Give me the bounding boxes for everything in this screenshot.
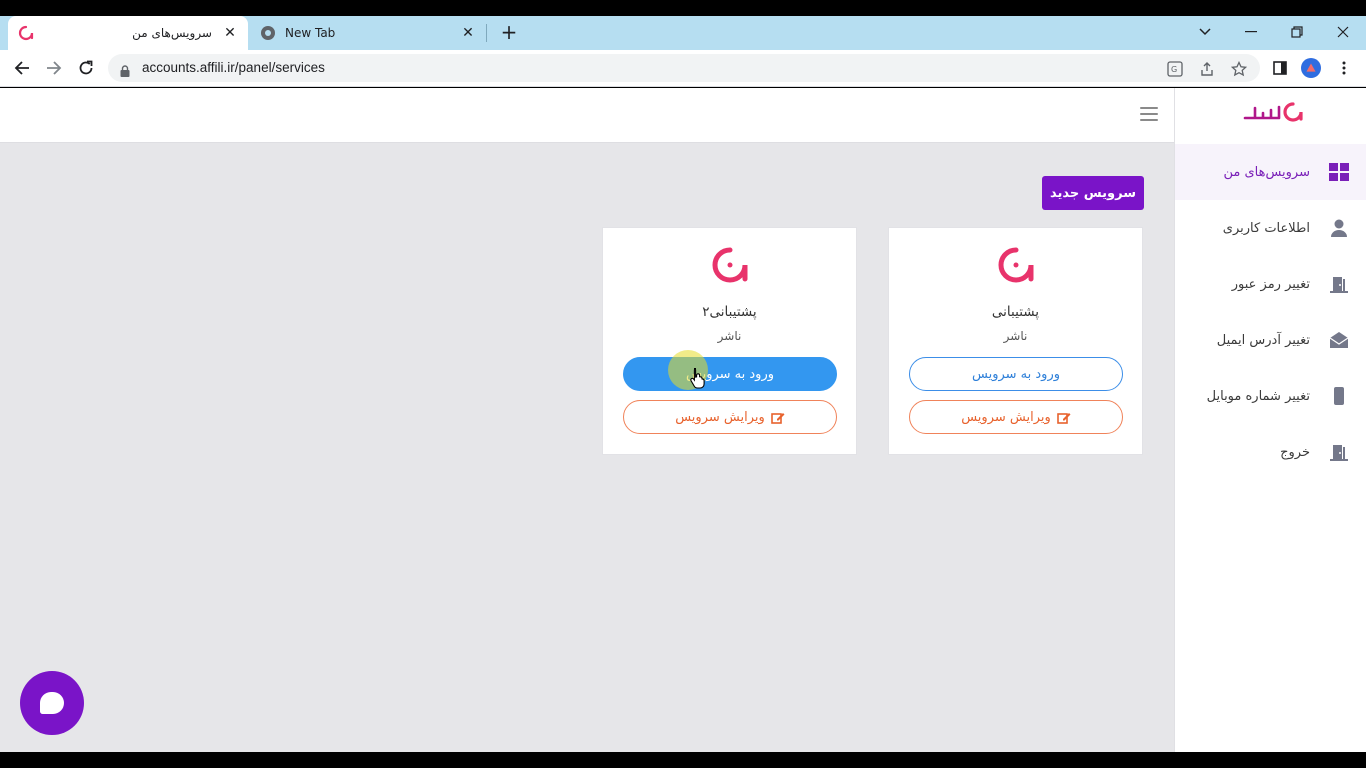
sidebar: سرویس‌های من اطلاعات کاربری تغییر رمز عب… xyxy=(1174,88,1366,752)
back-arrow-icon[interactable] xyxy=(10,56,34,80)
profile-avatar[interactable] xyxy=(1301,58,1321,78)
edit-service-label: ویرایش سرویس xyxy=(675,409,765,425)
page-content: سرویس‌های من اطلاعات کاربری تغییر رمز عب… xyxy=(0,88,1366,752)
top-header xyxy=(0,88,1174,143)
forward-arrow-icon[interactable] xyxy=(42,56,66,80)
chat-launcher-button[interactable] xyxy=(20,671,84,735)
tab-title: New Tab xyxy=(285,26,336,40)
svg-text:G: G xyxy=(1171,65,1177,74)
door-icon xyxy=(1328,273,1350,295)
edit-icon xyxy=(770,411,785,424)
sidebar-item-user-info[interactable]: اطلاعات کاربری xyxy=(1175,200,1366,256)
sidebar-item-label: تغییر شماره موبایل xyxy=(1206,388,1310,404)
tab-search-chevron-icon[interactable] xyxy=(1182,16,1228,48)
affili-favicon-icon xyxy=(18,25,34,41)
sidebar-item-logout[interactable]: خروج xyxy=(1175,424,1366,480)
tab-services[interactable]: سرویس‌های من ✕ xyxy=(8,16,248,50)
grid-icon xyxy=(1328,161,1350,183)
translate-icon[interactable]: G xyxy=(1166,60,1184,78)
share-icon[interactable] xyxy=(1198,60,1216,78)
tab-title: سرویس‌های من xyxy=(132,26,212,40)
mobile-icon xyxy=(1328,385,1350,407)
lock-icon xyxy=(120,62,130,81)
screen-bottom-edge xyxy=(0,752,1366,768)
reload-icon[interactable] xyxy=(74,56,98,80)
envelope-icon xyxy=(1328,329,1350,351)
affili-logo-icon xyxy=(997,246,1035,284)
user-icon xyxy=(1328,217,1350,239)
service-card: پشتیبانی ناشر ورود به سرویس ویرایش سرویس xyxy=(888,227,1143,455)
sidebar-item-change-mobile[interactable]: تغییر شماره موبایل xyxy=(1175,368,1366,424)
sidebar-item-label: اطلاعات کاربری xyxy=(1222,220,1310,236)
kebab-menu-icon[interactable] xyxy=(1334,58,1354,78)
tab-close-icon[interactable]: ✕ xyxy=(222,25,238,41)
browser-toolbar: accounts.affili.ir/panel/services G xyxy=(0,50,1366,87)
minimize-icon[interactable] xyxy=(1228,16,1274,48)
url-text: accounts.affili.ir/panel/services xyxy=(142,60,325,75)
sidebar-item-change-password[interactable]: تغییر رمز عبور xyxy=(1175,256,1366,312)
tab-separator xyxy=(486,24,487,42)
restore-icon[interactable] xyxy=(1274,16,1320,48)
close-window-icon[interactable] xyxy=(1320,16,1366,48)
new-service-button[interactable]: سرویس جدید xyxy=(1042,176,1144,210)
screen-top-edge xyxy=(0,0,1366,16)
service-name: پشتیبانی۲ xyxy=(702,304,757,320)
bookmark-star-icon[interactable] xyxy=(1230,60,1248,78)
browser-tab-strip: سرویس‌های من ✕ New Tab ✕ + xyxy=(0,16,1366,50)
sidebar-item-label: تغییر رمز عبور xyxy=(1231,276,1310,292)
service-role: ناشر xyxy=(1003,329,1028,343)
tab-close-icon[interactable]: ✕ xyxy=(460,25,476,41)
service-name: پشتیبانی xyxy=(991,304,1040,320)
enter-service-button[interactable]: ورود به سرویس xyxy=(909,357,1123,391)
enter-service-label: ورود به سرویس xyxy=(972,366,1061,382)
edit-service-button[interactable]: ویرایش سرویس xyxy=(909,400,1123,434)
service-role: ناشر xyxy=(717,329,742,343)
edit-icon xyxy=(1056,411,1071,424)
enter-service-button[interactable]: ورود به سرویس xyxy=(623,357,837,391)
new-tab-plus-icon[interactable]: + xyxy=(498,22,520,44)
edit-service-label: ویرایش سرویس xyxy=(961,409,1051,425)
sidebar-item-label: سرویس‌های من xyxy=(1223,164,1310,180)
affili-logo-icon xyxy=(711,246,749,284)
address-bar[interactable]: accounts.affili.ir/panel/services G xyxy=(108,54,1260,82)
chat-bubble-icon xyxy=(40,692,64,714)
logout-door-icon xyxy=(1328,441,1350,463)
sidebar-item-label: خروج xyxy=(1280,444,1310,460)
service-card: پشتیبانی۲ ناشر ورود به سرویس ویرایش سروی… xyxy=(602,227,857,455)
sidebar-item-my-services[interactable]: سرویس‌های من xyxy=(1175,144,1366,200)
chrome-favicon-icon xyxy=(260,25,276,41)
hand-cursor-icon xyxy=(689,367,707,389)
sidebar-item-change-email[interactable]: تغییر آدرس ایمیل xyxy=(1175,312,1366,368)
side-panel-icon[interactable] xyxy=(1270,58,1290,78)
affili-logo[interactable] xyxy=(1241,100,1303,126)
tab-new-tab[interactable]: New Tab ✕ xyxy=(250,16,486,50)
sidebar-item-label: تغییر آدرس ایمیل xyxy=(1216,332,1310,348)
edit-service-button[interactable]: ویرایش سرویس xyxy=(623,400,837,434)
hamburger-menu-icon[interactable] xyxy=(1140,107,1158,121)
